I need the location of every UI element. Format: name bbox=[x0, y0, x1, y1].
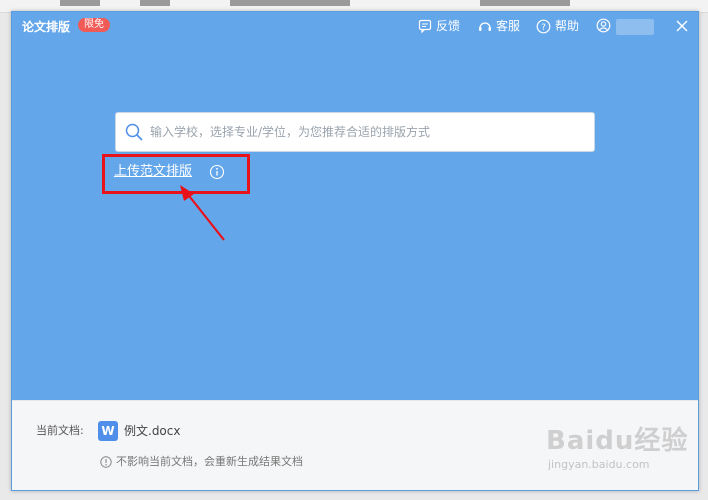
background-strip-segment bbox=[140, 0, 170, 6]
watermark-sub: jingyan.baidu.com bbox=[548, 458, 650, 471]
username-blurred bbox=[616, 19, 654, 35]
feedback-button[interactable]: 反馈 bbox=[418, 18, 460, 34]
notice-info-icon bbox=[100, 456, 112, 468]
help-label: 帮助 bbox=[555, 19, 580, 33]
current-doc-label: 当前文档: bbox=[36, 424, 84, 437]
word-doc-icon: W bbox=[98, 421, 118, 441]
service-label: 客服 bbox=[496, 19, 521, 33]
message-icon bbox=[418, 19, 432, 33]
annotation-arrow-icon bbox=[180, 185, 225, 241]
baidu-jingyan-watermark: Baidu经验 jingyan.baidu.com bbox=[546, 420, 696, 486]
search-icon bbox=[125, 123, 143, 141]
title-bar: 论文排版 限免 反馈 客服 ? 帮助 bbox=[12, 12, 698, 42]
customer-service-button[interactable]: 客服 bbox=[478, 18, 520, 34]
close-icon[interactable] bbox=[674, 18, 690, 34]
notice-text: 不影响当前文档，会重新生成结果文档 bbox=[116, 455, 303, 468]
help-button[interactable]: ? 帮助 bbox=[536, 18, 579, 34]
free-badge: 限免 bbox=[78, 18, 110, 32]
background-strip-segment bbox=[60, 0, 100, 6]
background-strip-segment bbox=[230, 0, 350, 6]
headset-icon bbox=[479, 22, 491, 31]
thesis-formatting-dialog: 论文排版 限免 反馈 客服 ? 帮助 输入学校，选择专业/学位，为您推荐合适的排… bbox=[11, 11, 699, 491]
feedback-label: 反馈 bbox=[436, 19, 461, 33]
school-search-box[interactable] bbox=[115, 112, 595, 152]
document-name: 例文.docx bbox=[124, 424, 181, 438]
app-title: 论文排版 bbox=[22, 20, 71, 34]
watermark-main: Baidu经验 bbox=[546, 426, 689, 456]
user-icon bbox=[596, 18, 611, 33]
user-account-button[interactable] bbox=[596, 18, 615, 33]
school-search-input[interactable] bbox=[148, 124, 592, 140]
background-strip-segment bbox=[480, 0, 570, 6]
help-icon: ? bbox=[536, 19, 551, 33]
svg-text:?: ? bbox=[541, 23, 546, 33]
